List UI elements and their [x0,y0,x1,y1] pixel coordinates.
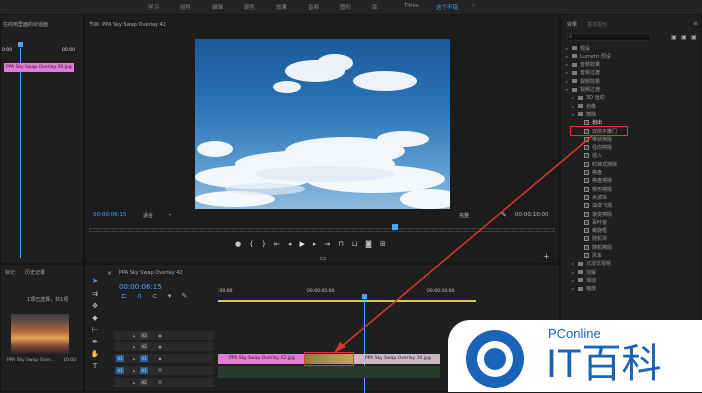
watermark-panel: PConline IT百科 [448,320,702,392]
pconline-logo-icon [466,330,524,388]
watermark-brand: PConline [548,326,601,341]
watermark-cn: IT百科 [546,342,662,386]
